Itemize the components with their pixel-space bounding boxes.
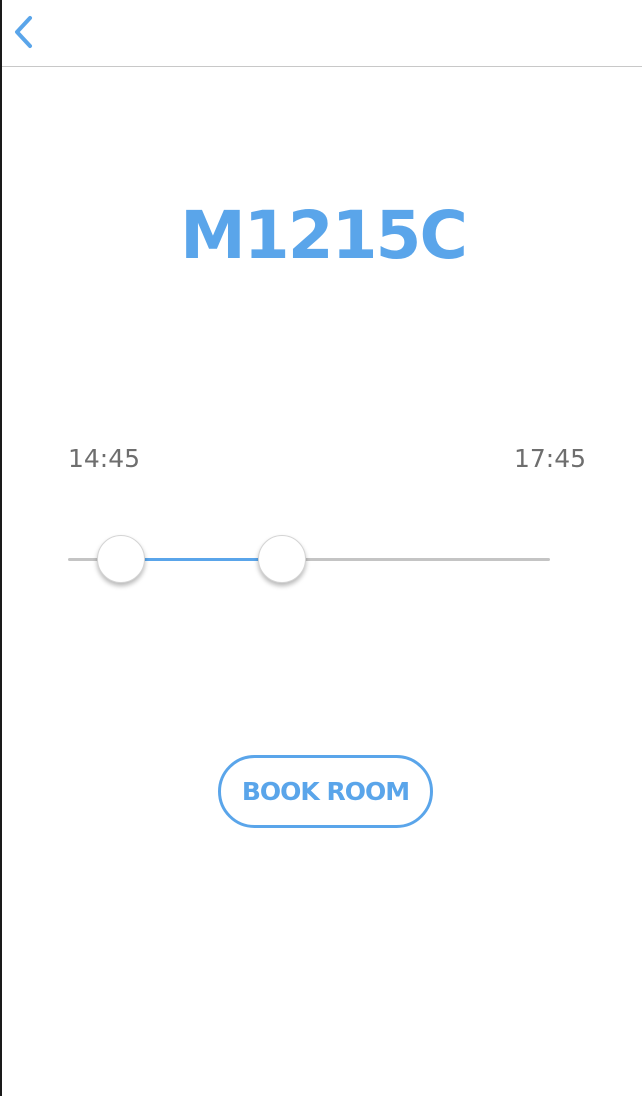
booking-screen: M1215C 14:45 17:45 BOOK ROOM — [0, 0, 642, 1096]
slider-end-thumb[interactable] — [258, 535, 307, 583]
back-button[interactable] — [4, 8, 44, 52]
time-range-slider[interactable] — [68, 535, 550, 585]
room-name: M1215C — [180, 197, 468, 274]
navigation-bar — [2, 0, 642, 67]
book-room-button[interactable]: BOOK ROOM — [218, 755, 433, 828]
chevron-left-icon — [15, 16, 32, 48]
range-end-time: 17:45 — [514, 444, 587, 473]
range-start-time: 14:45 — [68, 444, 141, 473]
slider-start-thumb[interactable] — [97, 535, 146, 583]
